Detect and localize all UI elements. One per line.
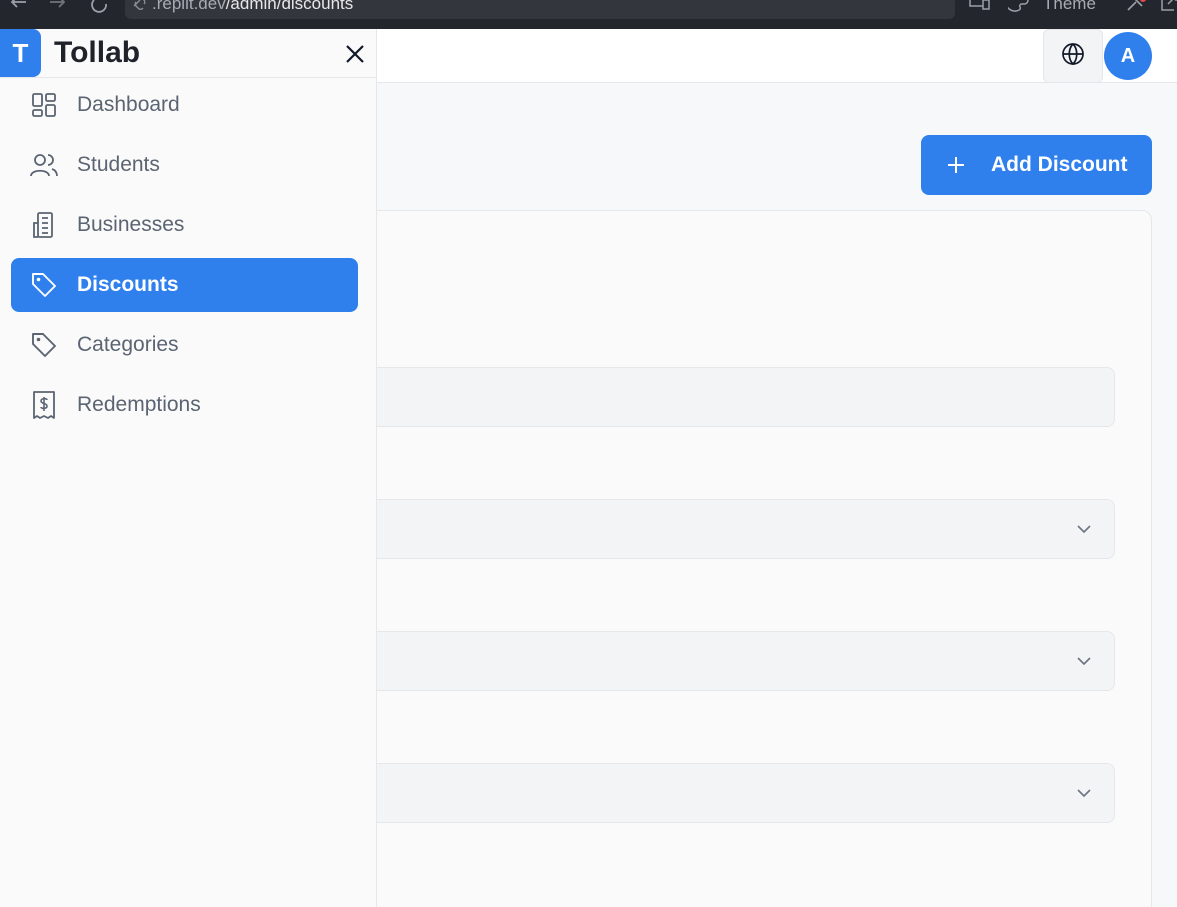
dashboard-icon <box>11 92 77 118</box>
chevron-down-icon <box>1076 653 1092 674</box>
sidebar-item-businesses[interactable]: Businesses <box>11 198 358 252</box>
forward-arrow-icon[interactable] <box>48 0 68 20</box>
tag-icon <box>11 331 77 359</box>
avatar[interactable]: A <box>1104 32 1152 80</box>
browser-toolbar: .replit.dev/admin/discounts Theme <box>0 0 1177 29</box>
sidebar-item-label: Businesses <box>77 213 185 236</box>
sidebar-item-redemptions[interactable]: Redemptions <box>11 378 358 432</box>
sidebar-item-label: Categories <box>77 333 179 356</box>
sidebar-item-label: Discounts <box>77 273 179 296</box>
close-icon <box>342 45 368 71</box>
chevron-down-icon <box>1076 785 1092 806</box>
external-link-icon[interactable] <box>1160 0 1177 17</box>
sidebar-item-categories[interactable]: Categories <box>11 318 358 372</box>
filter-select-1[interactable] <box>320 499 1115 559</box>
sidebar: T Tollab Dashboard Students Businesses D… <box>0 29 377 907</box>
brand-name: Tollab <box>54 36 141 69</box>
receipt-icon <box>11 390 77 420</box>
chevron-down-icon <box>1076 521 1092 542</box>
link-icon <box>131 0 149 15</box>
add-discount-button[interactable]: Add Discount <box>921 135 1152 195</box>
sidebar-header: T Tollab <box>0 29 376 78</box>
back-arrow-icon[interactable] <box>8 0 28 20</box>
building-icon <box>11 211 77 239</box>
theme-label[interactable]: Theme <box>1043 0 1096 14</box>
add-discount-label: Add Discount <box>991 153 1128 176</box>
sidebar-item-dashboard[interactable]: Dashboard <box>11 78 358 132</box>
url-text: .replit.dev/admin/discounts <box>152 0 354 13</box>
sidebar-item-label: Students <box>77 153 160 176</box>
sidebar-item-label: Redemptions <box>77 393 201 416</box>
reload-icon[interactable] <box>90 0 110 20</box>
devices-icon[interactable] <box>968 0 992 17</box>
filter-select-3[interactable] <box>320 763 1115 823</box>
sidebar-item-label: Dashboard <box>77 93 180 116</box>
sidebar-item-students[interactable]: Students <box>11 138 358 192</box>
tag-icon <box>11 271 77 299</box>
globe-icon <box>1061 42 1085 71</box>
close-sidebar-button[interactable] <box>342 41 368 67</box>
logo[interactable]: T <box>0 29 41 77</box>
language-button[interactable] <box>1043 29 1103 83</box>
pin-icon[interactable] <box>1124 0 1148 17</box>
palette-icon[interactable] <box>1005 0 1030 17</box>
filter-select-2[interactable] <box>320 631 1115 691</box>
users-icon <box>11 152 77 178</box>
plus-icon <box>921 155 991 175</box>
search-input[interactable] <box>320 367 1115 427</box>
sidebar-item-discounts[interactable]: Discounts <box>11 258 358 312</box>
